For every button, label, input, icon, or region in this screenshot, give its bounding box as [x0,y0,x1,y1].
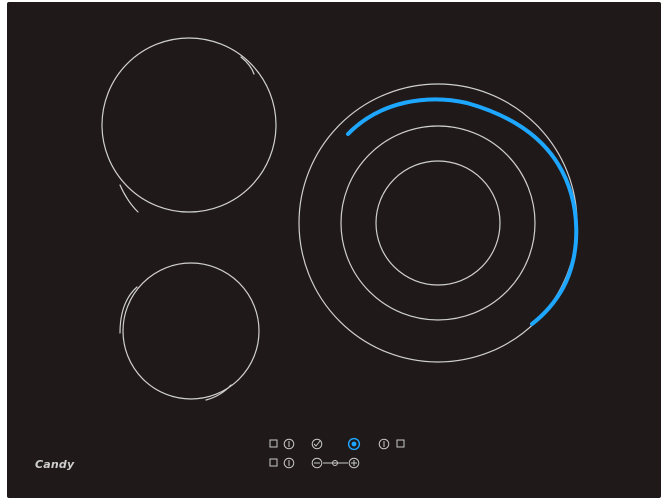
brand-logo: Candy [35,455,145,485]
cooktop-surface [7,2,661,498]
power-icon [351,441,357,447]
brand-logo-text: Candy [35,458,75,471]
cooktop-image: Candy [0,0,668,500]
glass-panel [7,2,661,498]
